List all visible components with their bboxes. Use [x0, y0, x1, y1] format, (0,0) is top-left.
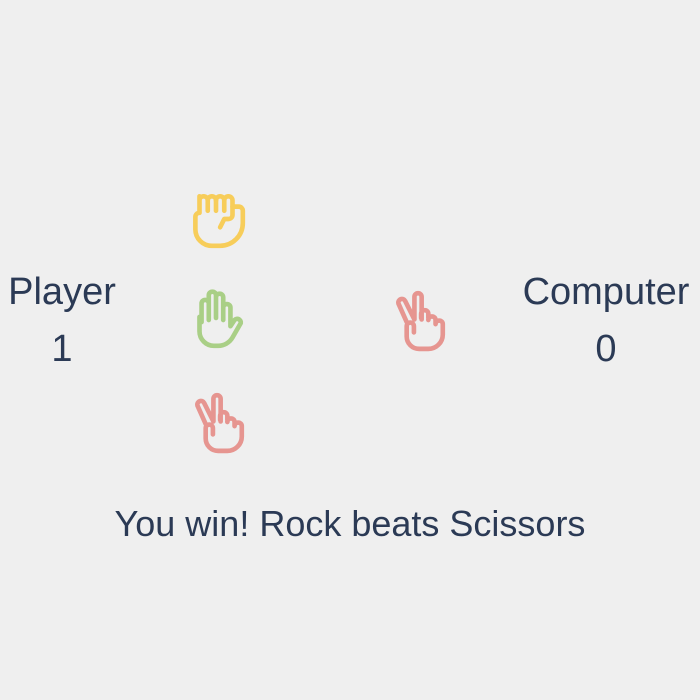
result-message: You win! Rock beats Scissors: [114, 503, 586, 544]
computer-choice: [384, 287, 450, 353]
open-hand-icon: [197, 289, 244, 349]
computer-score: 0: [595, 328, 617, 370]
paper-button[interactable]: [183, 287, 249, 353]
player-score-panel: Player 1: [0, 273, 124, 368]
scissors-icon: [396, 290, 446, 352]
player-score: 1: [51, 328, 73, 370]
fist-icon: [193, 193, 246, 249]
computer-label: Computer: [522, 271, 690, 313]
computer-score-panel: Computer 0: [512, 273, 700, 368]
rock-button[interactable]: [183, 186, 249, 252]
scissors-hand-icon: [195, 392, 245, 454]
player-label: Player: [8, 271, 116, 313]
scissors-button[interactable]: [183, 389, 249, 455]
